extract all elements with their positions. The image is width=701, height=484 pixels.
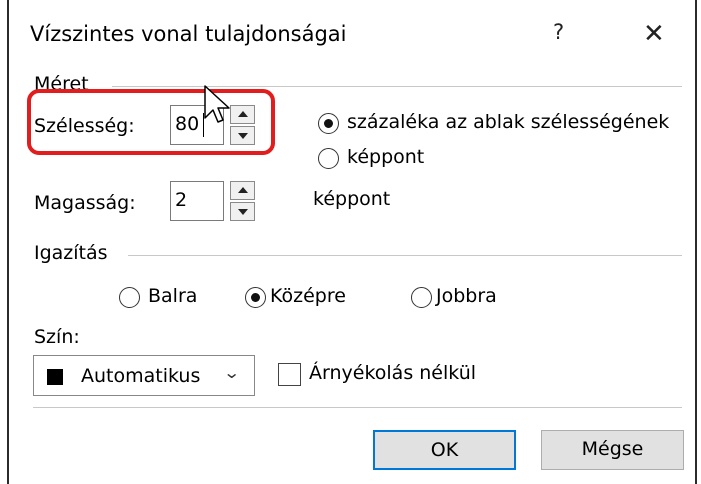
width-unit-percent-label: százaléka az ablak szélességének [347,111,670,133]
ok-button[interactable]: OK [373,430,516,470]
chevron-down-icon: ⌄ [222,363,241,382]
align-center-label: Középre [270,285,346,307]
close-icon[interactable]: ✕ [643,19,665,49]
color-label: Szín: [34,326,80,348]
height-unit-label: képpont [313,188,391,210]
height-value: 2 [175,189,188,211]
color-dropdown-value: Automatikus [81,365,201,387]
width-unit-percent-radio[interactable] [318,113,339,134]
color-swatch [47,369,63,385]
dialog-frame [7,0,697,484]
width-highlight-annotation [27,89,275,155]
align-right-radio[interactable] [411,287,432,308]
align-center-radio[interactable] [245,287,266,308]
height-decrement-button[interactable] [230,202,255,221]
height-increment-button[interactable] [230,181,255,200]
alignment-section-divider [128,255,682,256]
alignment-section-label: Igazítás [34,242,108,264]
height-input[interactable]: 2 [170,181,224,221]
height-label: Magasság: [34,192,136,214]
help-button[interactable]: ? [553,20,564,44]
size-section-divider [112,86,682,87]
align-right-label: Jobbra [436,285,497,307]
footer-divider [33,407,682,408]
align-left-label: Balra [148,285,198,307]
no-shade-label: Árnyékolás nélkül [309,362,477,384]
no-shade-checkbox[interactable] [278,363,301,386]
width-unit-pixel-label: képpont [347,146,425,168]
dialog-title: Vízszintes vonal tulajdonságai [30,22,347,46]
color-dropdown[interactable]: Automatikus ⌄ [33,355,255,396]
align-left-radio[interactable] [119,287,140,308]
cancel-button[interactable]: Mégse [541,430,684,470]
height-spinner[interactable] [230,181,255,221]
width-unit-pixel-radio[interactable] [318,148,339,169]
mouse-pointer-icon [204,85,230,123]
